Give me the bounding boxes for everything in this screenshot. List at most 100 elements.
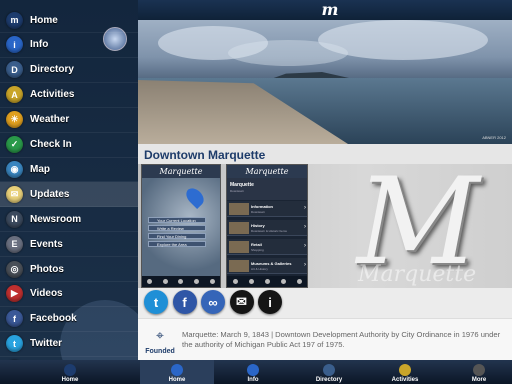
- header-photo: ABNER 2012: [138, 20, 512, 144]
- tab-home-brand[interactable]: Home: [40, 360, 100, 384]
- page-title: Downtown Marquette: [144, 148, 266, 162]
- sidebar-item-facebook[interactable]: f Facebook: [0, 307, 138, 332]
- activities-icon: A: [6, 86, 23, 104]
- share-link-icon[interactable]: ∞: [201, 290, 225, 314]
- sidebar-item-label: Twitter: [30, 338, 63, 350]
- phone-menu-button: Explore the Area: [148, 241, 206, 247]
- videos-icon: ▶: [6, 285, 23, 303]
- sidebar-item-directory[interactable]: D Directory: [0, 58, 138, 83]
- photos-icon: ◎: [6, 260, 23, 278]
- more-icon: [473, 364, 485, 376]
- chevron-right-icon: ›: [304, 262, 306, 268]
- directory-icon: D: [6, 61, 23, 79]
- founded-section: ⌖ Founded Marquette: March 9, 1843 | Dow…: [138, 318, 512, 360]
- sidebar-item-home[interactable]: m Home: [0, 8, 138, 33]
- sidebar-item-events[interactable]: E Events: [0, 232, 138, 258]
- row-thumbnail: [229, 203, 249, 215]
- chevron-right-icon: ›: [304, 224, 306, 230]
- row-title: Retail: [251, 242, 262, 247]
- phone-header: Marquette: [227, 165, 307, 178]
- row-subtitle: Downtown & Historic Items: [251, 229, 287, 233]
- sidebar-item-label: Check In: [30, 139, 72, 150]
- founded-text: Marquette: March 9, 1843 | Downtown Deve…: [182, 330, 501, 349]
- sidebar-item-photos[interactable]: ◎ Photos: [0, 257, 138, 282]
- top-bar: m: [138, 0, 512, 20]
- sidebar-item-label: Home: [30, 14, 58, 26]
- phone-subheader: Marquette Downtown: [227, 178, 307, 200]
- tab-info[interactable]: Info: [216, 360, 290, 384]
- sidebar-item-label: Directory: [30, 64, 74, 76]
- phone-list-row: Museums & Galleries Art & History ›: [227, 258, 307, 274]
- phone-menu-button: Write a Review: [148, 225, 206, 231]
- sidebar-item-label: Newsroom: [30, 213, 82, 225]
- chevron-right-icon: ›: [304, 243, 306, 249]
- row-thumbnail: [229, 241, 249, 253]
- tab-more[interactable]: More: [446, 360, 512, 384]
- sidebar-item-label: Info: [30, 39, 49, 51]
- row-title: History: [251, 223, 265, 228]
- newsroom-icon: N: [6, 210, 23, 228]
- chevron-right-icon: ›: [304, 205, 306, 211]
- phone-tab-bar: [142, 276, 220, 287]
- sidebar-item-info[interactable]: i Info: [0, 33, 138, 58]
- events-icon: E: [6, 235, 23, 253]
- activities-icon: [399, 364, 411, 376]
- phone-screenshot-map: Marquette Your Current Location Write a R…: [141, 164, 221, 288]
- phone-screenshot-directory: Marquette Marquette Downtown Information…: [226, 164, 308, 288]
- row-title: Information: [251, 204, 273, 209]
- app-root: m Home i Info D Directory A Activities ☀ Weather ✓…: [0, 0, 512, 384]
- share-twitter-icon[interactable]: t: [144, 290, 168, 314]
- weather-icon: ☀: [6, 111, 23, 129]
- tab-activities[interactable]: Activities: [368, 360, 442, 384]
- sidebar-item-label: Map: [30, 163, 50, 175]
- tab-label: Activities: [391, 377, 419, 383]
- home-icon: m: [6, 11, 23, 29]
- phone-header: Marquette: [142, 165, 220, 178]
- photo-credit: ABNER 2012: [482, 135, 506, 140]
- bottom-tab-bar: Home Home Info Directory Activities More: [0, 360, 512, 384]
- row-title: Museums & Galleries: [251, 261, 292, 266]
- sidebar-item-map[interactable]: ◉ Map: [0, 157, 138, 183]
- tab-directory[interactable]: Directory: [292, 360, 366, 384]
- phone-list-row: History Downtown & Historic Items ›: [227, 220, 307, 236]
- sidebar-item-label: Videos: [30, 288, 63, 300]
- phone-list-row: Retail Shopping ›: [227, 239, 307, 255]
- phone-list-row: Information Downtown ›: [227, 201, 307, 217]
- sidebar: m Home i Info D Directory A Activities ☀ Weather ✓…: [0, 0, 138, 360]
- sidebar-item-newsroom[interactable]: N Newsroom: [0, 207, 138, 233]
- sidebar-item-weather[interactable]: ☀ Weather: [0, 108, 138, 133]
- sidebar-item-updates[interactable]: ✉ Updates: [0, 182, 138, 208]
- tab-label: Directory: [315, 377, 343, 383]
- phone-tab-bar: [227, 276, 307, 287]
- sidebar-item-twitter[interactable]: t Twitter: [0, 332, 138, 357]
- row-subtitle: Art & History: [251, 267, 268, 271]
- home-icon: [171, 364, 183, 376]
- sidebar-item-label: Weather: [30, 114, 70, 126]
- sidebar-item-label: Facebook: [30, 313, 77, 325]
- sidebar-item-label: Events: [30, 238, 63, 250]
- row-thumbnail: [229, 260, 249, 272]
- sidebar-item-label: Photos: [30, 263, 64, 275]
- info-icon: i: [6, 36, 23, 54]
- home-icon: [64, 364, 76, 376]
- phone-menu-button: Find Your Dining: [148, 233, 206, 239]
- twitter-icon: t: [6, 335, 23, 353]
- share-facebook-icon[interactable]: f: [172, 290, 197, 314]
- tab-home[interactable]: Home: [140, 360, 214, 384]
- facebook-icon: f: [6, 310, 23, 328]
- social-share-bar: t f ∞ ✉ i: [138, 288, 512, 318]
- share-email-icon[interactable]: ✉: [229, 290, 254, 314]
- sidebar-item-videos[interactable]: ▶ Videos: [0, 282, 138, 307]
- directory-icon: [323, 364, 335, 376]
- map-icon: ◉: [6, 160, 23, 178]
- info-icon: [247, 364, 259, 376]
- sidebar-item-label: Activities: [30, 89, 75, 101]
- sidebar-item-check-in[interactable]: ✓ Check In: [0, 133, 138, 158]
- tab-label: Home: [61, 377, 79, 383]
- tab-label: Home: [168, 377, 186, 383]
- founded-icon: ⌖: [156, 327, 164, 343]
- share-info-icon[interactable]: i: [258, 290, 282, 314]
- phone-menu-button: Your Current Location: [148, 217, 206, 223]
- row-subtitle: Shopping: [251, 248, 264, 252]
- sidebar-item-activities[interactable]: A Activities: [0, 83, 138, 108]
